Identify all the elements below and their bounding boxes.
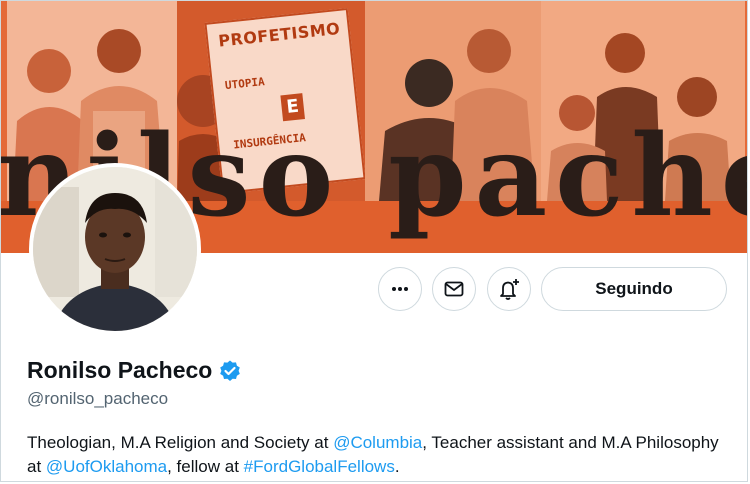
bio-text-4: .: [394, 457, 400, 476]
bio-hashtag-fordglobalfellows[interactable]: #FordGlobalFellows: [244, 457, 395, 476]
bio-link-columbia[interactable]: @Columbia: [333, 433, 422, 452]
message-button[interactable]: [432, 267, 476, 311]
display-name: Ronilso Pacheco: [27, 357, 213, 383]
following-button[interactable]: Seguindo: [541, 267, 727, 311]
bio-text-1: Theologian, M.A Religion and Society at: [27, 433, 334, 452]
bell-plus-icon: [500, 279, 519, 300]
notifications-button[interactable]: [487, 267, 531, 311]
more-horizontal-icon: [392, 287, 408, 291]
display-name-row: Ronilso Pacheco: [27, 357, 242, 384]
book-subtitle-1: UTOPIA: [224, 75, 266, 93]
verified-badge-icon: [220, 360, 241, 381]
bio-text-3: , fellow at: [167, 457, 244, 476]
book-title: PROFETISMO: [217, 18, 342, 51]
envelope-icon: [444, 281, 464, 297]
profile-bio: Theologian, M.A Religion and Society at …: [27, 431, 727, 479]
profile-header: PROFETISMO UTOPIA E INSURGÊNCIA nilso pa…: [0, 0, 748, 482]
more-options-button[interactable]: [378, 267, 422, 311]
profile-avatar[interactable]: [29, 163, 201, 335]
profile-handle: @ronilso_pacheco: [27, 389, 169, 408]
bio-link-uofoklahoma[interactable]: @UofOklahoma: [46, 457, 167, 476]
